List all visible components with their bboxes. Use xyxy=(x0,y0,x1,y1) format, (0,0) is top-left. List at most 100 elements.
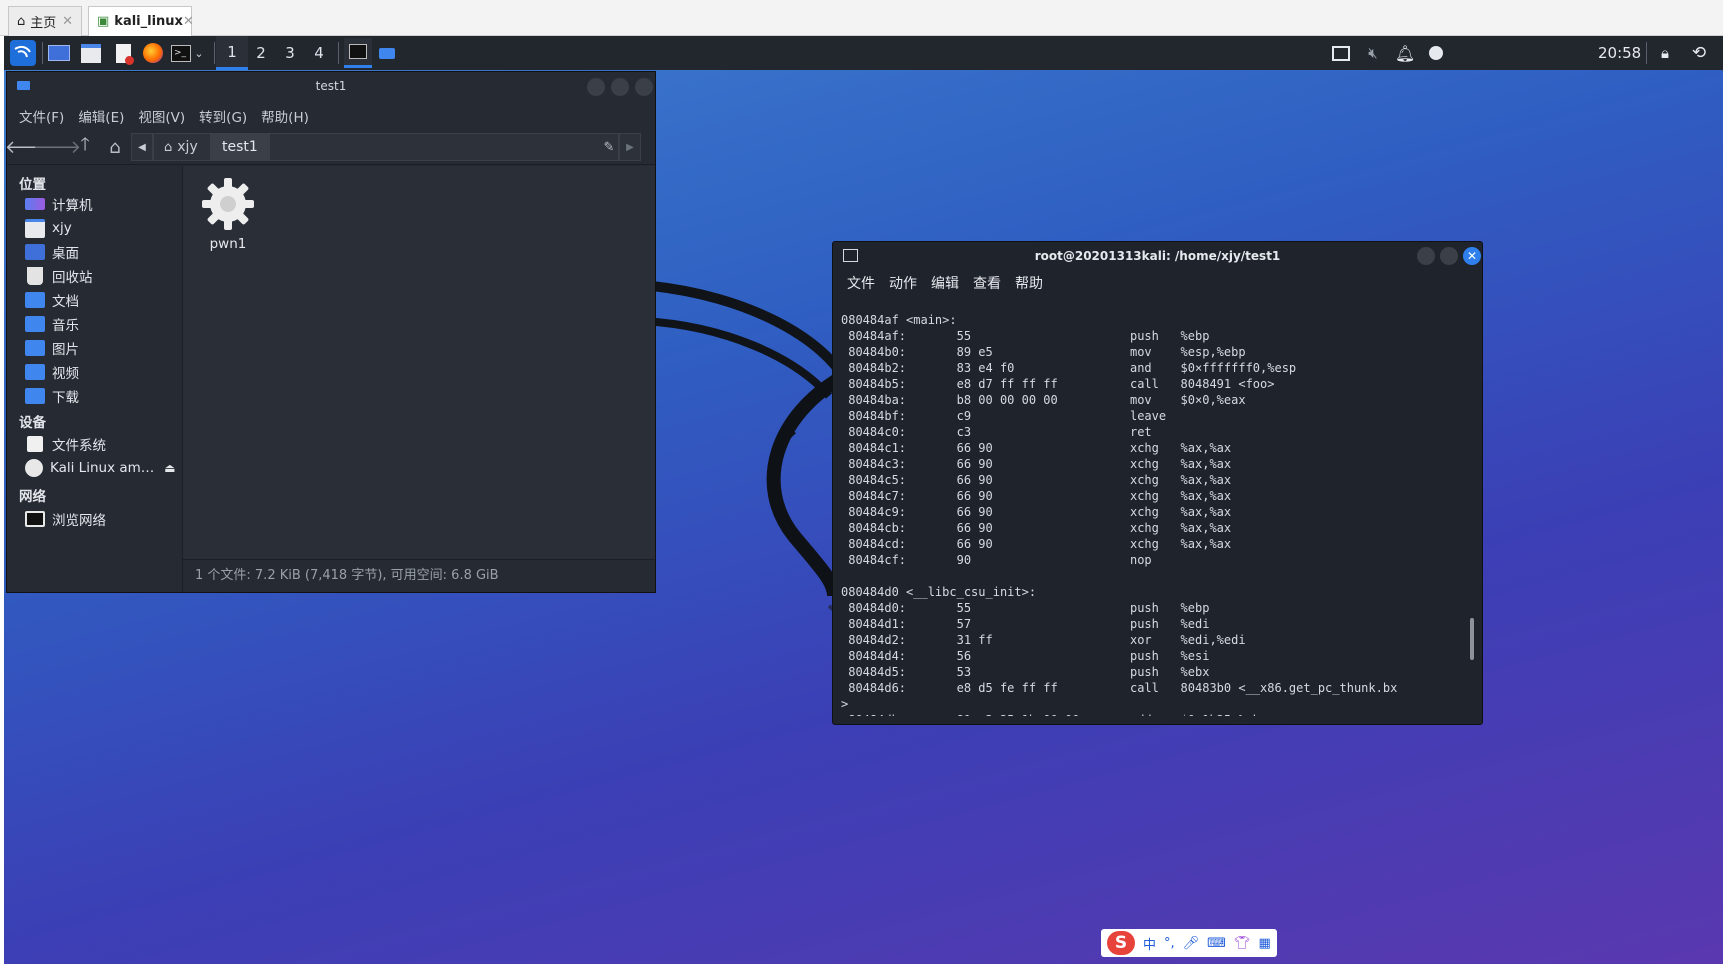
breadcrumb-test1[interactable]: test1 xyxy=(211,133,269,161)
minimize-button[interactable] xyxy=(1417,247,1435,265)
eject-icon[interactable]: ⏏ xyxy=(164,461,175,475)
sidebar-item-browse-network[interactable]: 浏览网络 xyxy=(25,508,182,530)
text-editor-icon[interactable] xyxy=(112,42,134,65)
menu-edit[interactable]: 编辑(E) xyxy=(78,106,124,126)
scrollbar[interactable] xyxy=(1470,618,1474,660)
sidebar-header-network: 网络 xyxy=(19,489,46,505)
menu-edit[interactable]: 编辑 xyxy=(931,273,959,293)
sidebar-item-pictures[interactable]: 图片 xyxy=(25,337,182,359)
sidebar-item-label: 下载 xyxy=(52,390,79,406)
workspace-3[interactable]: 3 xyxy=(274,36,306,70)
sidebar-item-desktop[interactable]: 桌面 xyxy=(25,241,182,263)
screenshot-icon[interactable] xyxy=(1330,42,1352,64)
microphone-icon[interactable]: 🎤︎ xyxy=(1183,936,1200,951)
trash-icon xyxy=(27,267,43,285)
logout-icon[interactable]: ⟲ xyxy=(1688,42,1710,64)
minimize-button[interactable] xyxy=(587,78,605,96)
network-icon xyxy=(25,511,45,527)
file-item[interactable]: pwn1 xyxy=(193,176,263,252)
sidebar-item-filesystem[interactable]: 文件系统 xyxy=(25,433,182,455)
pictures-folder-icon xyxy=(25,340,45,356)
sidebar-item-label: Kali Linux am… xyxy=(50,460,155,476)
keyboard-icon[interactable]: ⌨ xyxy=(1207,936,1226,951)
file-manager-icon[interactable] xyxy=(80,42,102,64)
menu-action[interactable]: 动作 xyxy=(889,273,917,293)
home-icon[interactable]: ⌂ xyxy=(103,136,127,158)
window-title: test1 xyxy=(315,79,347,93)
terminal-output[interactable]: 080484af <main>: 80484af: 55 push %ebp 8… xyxy=(841,312,1464,716)
taskbar-terminal-icon[interactable] xyxy=(344,38,372,68)
downloads-folder-icon xyxy=(25,388,45,404)
up-arrow-icon[interactable]: 🡑 xyxy=(73,134,97,158)
chevron-down-icon[interactable]: ⌄ xyxy=(192,42,206,64)
breadcrumb-bar xyxy=(269,133,619,161)
window-titlebar[interactable]: root@20201313kali: /home/xjy/test1 ✕ xyxy=(833,242,1482,270)
menu-help[interactable]: 帮助 xyxy=(1015,273,1043,293)
executable-gear-icon xyxy=(202,178,254,230)
menu-help[interactable]: 帮助(H) xyxy=(261,106,309,126)
sidebar-item-music[interactable]: 音乐 xyxy=(25,313,182,335)
sogou-logo-icon[interactable]: S xyxy=(1107,931,1135,955)
close-button[interactable]: ✕ xyxy=(1463,247,1481,265)
sidebar-item-label: 图片 xyxy=(52,342,79,358)
desktop-icon xyxy=(25,244,45,260)
sidebar-item-documents[interactable]: 文档 xyxy=(25,289,182,311)
taskbar-file-manager-icon[interactable] xyxy=(376,42,398,64)
kali-menu-icon[interactable] xyxy=(10,40,36,66)
menu-file[interactable]: 文件(F) xyxy=(19,106,64,126)
power-manager-icon[interactable] xyxy=(1425,42,1447,64)
sidebar-item-label: 浏览网络 xyxy=(52,513,106,529)
workspace-4[interactable]: 4 xyxy=(303,36,335,70)
workspace-2[interactable]: 2 xyxy=(245,36,277,70)
vm-tab-strip: ⌂ 主页 ✕ ▣ kali_linux ✕ xyxy=(0,0,1723,36)
menu-go[interactable]: 转到(G) xyxy=(199,106,247,126)
breadcrumb-xjy[interactable]: ⌂ xjy xyxy=(153,133,211,161)
ime-mode-toggle[interactable]: 中 xyxy=(1143,934,1156,953)
top-panel: >_ ⌄ 1 2 3 4 🔇︎ 🔔︎ 20:58 🔒︎ ⟲ xyxy=(4,36,1723,70)
window-titlebar[interactable]: test1 xyxy=(7,72,655,102)
close-icon[interactable]: ✕ xyxy=(62,14,73,29)
breadcrumb-left-arrow[interactable]: ◀ xyxy=(131,133,153,161)
clock[interactable]: 20:58 xyxy=(1598,36,1641,70)
file-view[interactable]: pwn1 xyxy=(183,166,655,560)
menu-view[interactable]: 查看 xyxy=(973,273,1001,293)
status-bar: 1 个文件: 7.2 KiB (7,418 字节), 可用空间: 6.8 GiB xyxy=(183,559,655,592)
notification-bell-icon[interactable]: 🔔︎ xyxy=(1394,42,1416,64)
edit-location-pencil-icon[interactable]: ✎ xyxy=(597,136,621,158)
maximize-button[interactable] xyxy=(611,78,629,96)
sidebar-item-kali-disc[interactable]: Kali Linux am… ⏏ xyxy=(25,457,182,479)
terminal-line: 80484d4: 56 push %esi xyxy=(841,649,1210,663)
sidebar-item-trash[interactable]: 回收站 xyxy=(25,265,182,287)
vm-icon: ▣ xyxy=(97,14,110,29)
sidebar-item-videos[interactable]: 视频 xyxy=(25,361,182,383)
terminal-launcher-icon[interactable]: >_ xyxy=(170,42,192,64)
sidebar-item-label: 回收站 xyxy=(52,270,93,286)
maximize-button[interactable] xyxy=(1440,247,1458,265)
vm-tab-kali[interactable]: ▣ kali_linux ✕ xyxy=(88,6,194,36)
sidebar-item-label: 桌面 xyxy=(52,246,79,262)
menu-view[interactable]: 视图(V) xyxy=(138,106,185,126)
volume-muted-icon[interactable]: 🔇︎ xyxy=(1362,42,1384,64)
show-desktop-icon[interactable] xyxy=(48,42,70,64)
filesystem-icon xyxy=(27,436,43,452)
terminal-line: 80484ba: b8 00 00 00 00 mov $0×0,%eax xyxy=(841,393,1246,407)
workspace-1[interactable]: 1 xyxy=(216,36,248,70)
firefox-icon[interactable] xyxy=(142,42,164,64)
vm-tab-home[interactable]: ⌂ 主页 ✕ xyxy=(8,6,82,36)
toolbox-grid-icon[interactable]: ▦ xyxy=(1258,936,1270,951)
vm-tab-label: kali_linux xyxy=(114,14,183,29)
skin-shirt-icon[interactable]: 👕︎ xyxy=(1234,936,1251,951)
close-icon[interactable]: ✕ xyxy=(183,14,194,29)
menu-file[interactable]: 文件 xyxy=(847,273,875,293)
home-folder-icon xyxy=(25,218,45,238)
sidebar-item-computer[interactable]: 计算机 xyxy=(25,193,182,215)
forward-arrow-icon[interactable]: 🡒 xyxy=(33,136,81,158)
input-method-bar: S 中 °, 🎤︎ ⌨ 👕︎ ▦ xyxy=(1101,929,1277,957)
breadcrumb-right-arrow[interactable]: ▶ xyxy=(619,133,641,161)
terminal-line: 80484d1: 57 push %edi xyxy=(841,617,1210,631)
ime-punctuation-toggle[interactable]: °, xyxy=(1164,936,1175,951)
lock-icon[interactable]: 🔒︎ xyxy=(1654,42,1676,64)
close-button[interactable] xyxy=(635,78,653,96)
sidebar-item-downloads[interactable]: 下载 xyxy=(25,385,182,407)
sidebar-item-xjy[interactable]: xjy xyxy=(25,217,182,239)
